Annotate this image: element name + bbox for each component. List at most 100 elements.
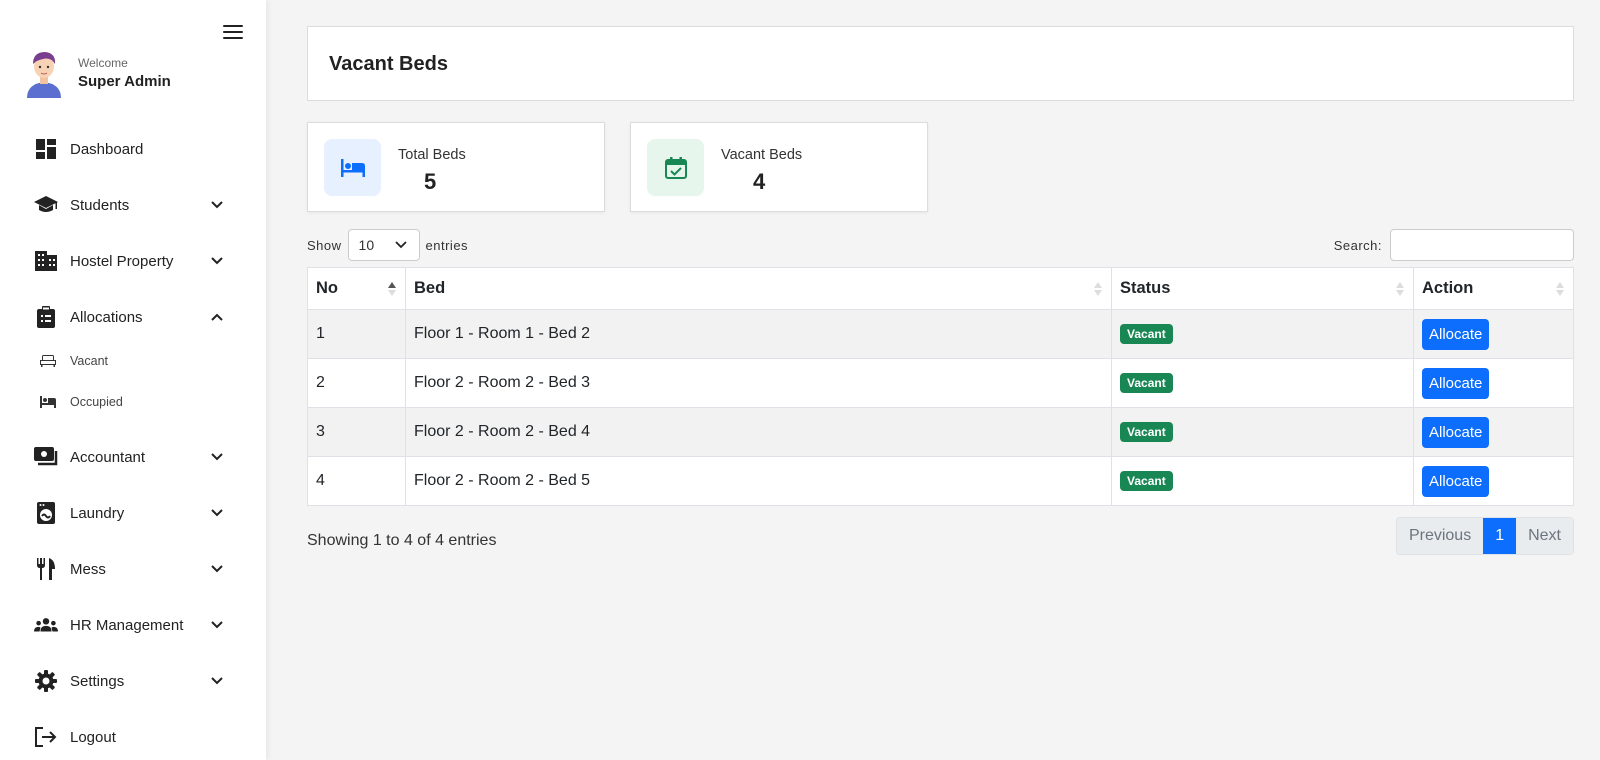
search-input[interactable] [1390,229,1574,261]
sidebar-subitem-occupied[interactable]: Occupied [0,387,266,417]
next-page-button[interactable]: Next [1516,518,1573,554]
table-row: 1 Floor 1 - Room 1 - Bed 2 Vacant Alloca… [307,309,1574,359]
sidebar-item-label: Logout [70,728,116,746]
allocate-button[interactable]: Allocate [1422,318,1490,350]
status-badge: Vacant [1120,471,1173,491]
sidebar-item-allocations[interactable]: Allocations [0,297,266,337]
washing-machine-icon [34,501,58,525]
show-label: Show [307,237,342,253]
chevron-down-icon [211,257,223,265]
table-info: Showing 1 to 4 of 4 entries [307,532,497,549]
graduation-cap-icon [34,193,58,217]
cell-action: Allocate [1413,456,1574,506]
sidebar-item-hostel-property[interactable]: Hostel Property [0,241,266,281]
previous-page-button[interactable]: Previous [1396,518,1484,554]
sidebar-item-label: Dashboard [70,140,144,158]
welcome-text: Welcome [78,56,128,70]
allocate-button[interactable]: Allocate [1422,367,1490,399]
chevron-down-icon [211,453,223,461]
cell-status: Vacant [1111,456,1414,506]
sidebar-item-laundry[interactable]: Laundry [0,493,266,533]
allocate-button[interactable]: Allocate [1422,416,1490,448]
hamburger-menu-icon[interactable] [223,25,243,41]
sidebar-item-students[interactable]: Students [0,185,266,225]
page-size-value: 10 [358,237,375,253]
sidebar-item-label: Students [70,196,130,214]
sidebar-item-label: Settings [70,672,125,690]
column-header-bed[interactable]: Bed [405,267,1112,310]
sort-icon [1094,282,1102,296]
cell-status: Vacant [1111,358,1414,408]
page-title: Vacant Beds [329,53,448,75]
sidebar-item-label: HR Management [70,616,184,634]
sidebar-item-label: Hostel Property [70,252,174,270]
sidebar-item-accountant[interactable]: Accountant [0,437,266,477]
chevron-down-icon [211,201,223,209]
beds-table: No Bed Status Action 1 Floor 1 - Room 1 … [307,267,1574,506]
cell-action: Allocate [1413,358,1574,408]
column-header-status[interactable]: Status [1111,267,1414,310]
stat-card-vacant-beds: Vacant Beds 4 [630,122,928,212]
sidebar-item-label: Laundry [70,504,125,522]
allocate-button[interactable]: Allocate [1422,465,1490,497]
page-1-button[interactable]: 1 [1483,518,1517,554]
stat-card-total-beds: Total Beds 5 [307,122,605,212]
chevron-down-icon [211,677,223,685]
entries-label: entries [425,237,469,253]
sort-icon [1556,282,1564,296]
chevron-down-icon [211,565,223,573]
building-icon [34,249,58,273]
gear-icon [34,669,58,693]
sidebar-item-hr-management[interactable]: HR Management [0,605,266,645]
table-row: 4 Floor 2 - Room 2 - Bed 5 Vacant Alloca… [307,456,1574,506]
cell-action: Allocate [1413,407,1574,457]
column-header-action[interactable]: Action [1413,267,1574,310]
sort-ascending-icon [388,282,396,296]
sidebar: Welcome Super Admin Dashboard Students H… [0,0,266,760]
cell-no: 4 [307,456,406,506]
bed-icon [40,393,58,411]
sidebar-item-logout[interactable]: Logout [0,717,266,757]
chevron-up-icon [211,313,223,321]
chevron-down-icon [211,621,223,629]
column-header-no[interactable]: No [307,267,406,310]
cell-bed: Floor 2 - Room 2 - Bed 5 [405,456,1112,506]
table-header-row: No Bed Status Action [307,267,1574,310]
search-control: Search: [1334,229,1574,261]
utensils-icon [34,557,58,581]
cell-status: Vacant [1111,309,1414,359]
chevron-down-icon [394,241,407,249]
clipboard-icon [34,305,58,329]
cell-bed: Floor 2 - Room 2 - Bed 3 [405,358,1112,408]
stat-label: Total Beds [398,147,466,163]
money-icon [34,445,58,469]
sidebar-item-settings[interactable]: Settings [0,661,266,701]
logout-icon [34,725,58,749]
user-profile: Welcome Super Admin [24,48,171,98]
avatar [27,52,61,98]
cell-no: 3 [307,407,406,457]
bed-icon [324,139,381,196]
sidebar-item-dashboard[interactable]: Dashboard [0,129,266,169]
sidebar-item-mess[interactable]: Mess [0,549,266,589]
sidebar-subitem-vacant[interactable]: Vacant [0,346,266,376]
sidebar-item-label: Allocations [70,308,143,326]
status-badge: Vacant [1120,422,1173,442]
search-label: Search: [1333,237,1382,253]
pagination: Previous 1 Next [1395,517,1574,555]
dashboard-icon [34,137,58,161]
stat-value: 5 [424,169,437,194]
users-icon [34,613,58,637]
calendar-check-icon [647,139,704,196]
sort-icon [1396,282,1404,296]
sidebar-item-label: Mess [70,560,106,578]
status-badge: Vacant [1120,373,1173,393]
table-row: 2 Floor 2 - Room 2 - Bed 3 Vacant Alloca… [307,358,1574,408]
cell-action: Allocate [1413,309,1574,359]
cell-status: Vacant [1111,407,1414,457]
stat-label: Vacant Beds [721,147,803,163]
page-size-select[interactable]: 10 [347,229,420,261]
page-header: Vacant Beds [307,26,1574,101]
sidebar-subitem-label: Occupied [70,395,123,409]
chevron-down-icon [211,509,223,517]
